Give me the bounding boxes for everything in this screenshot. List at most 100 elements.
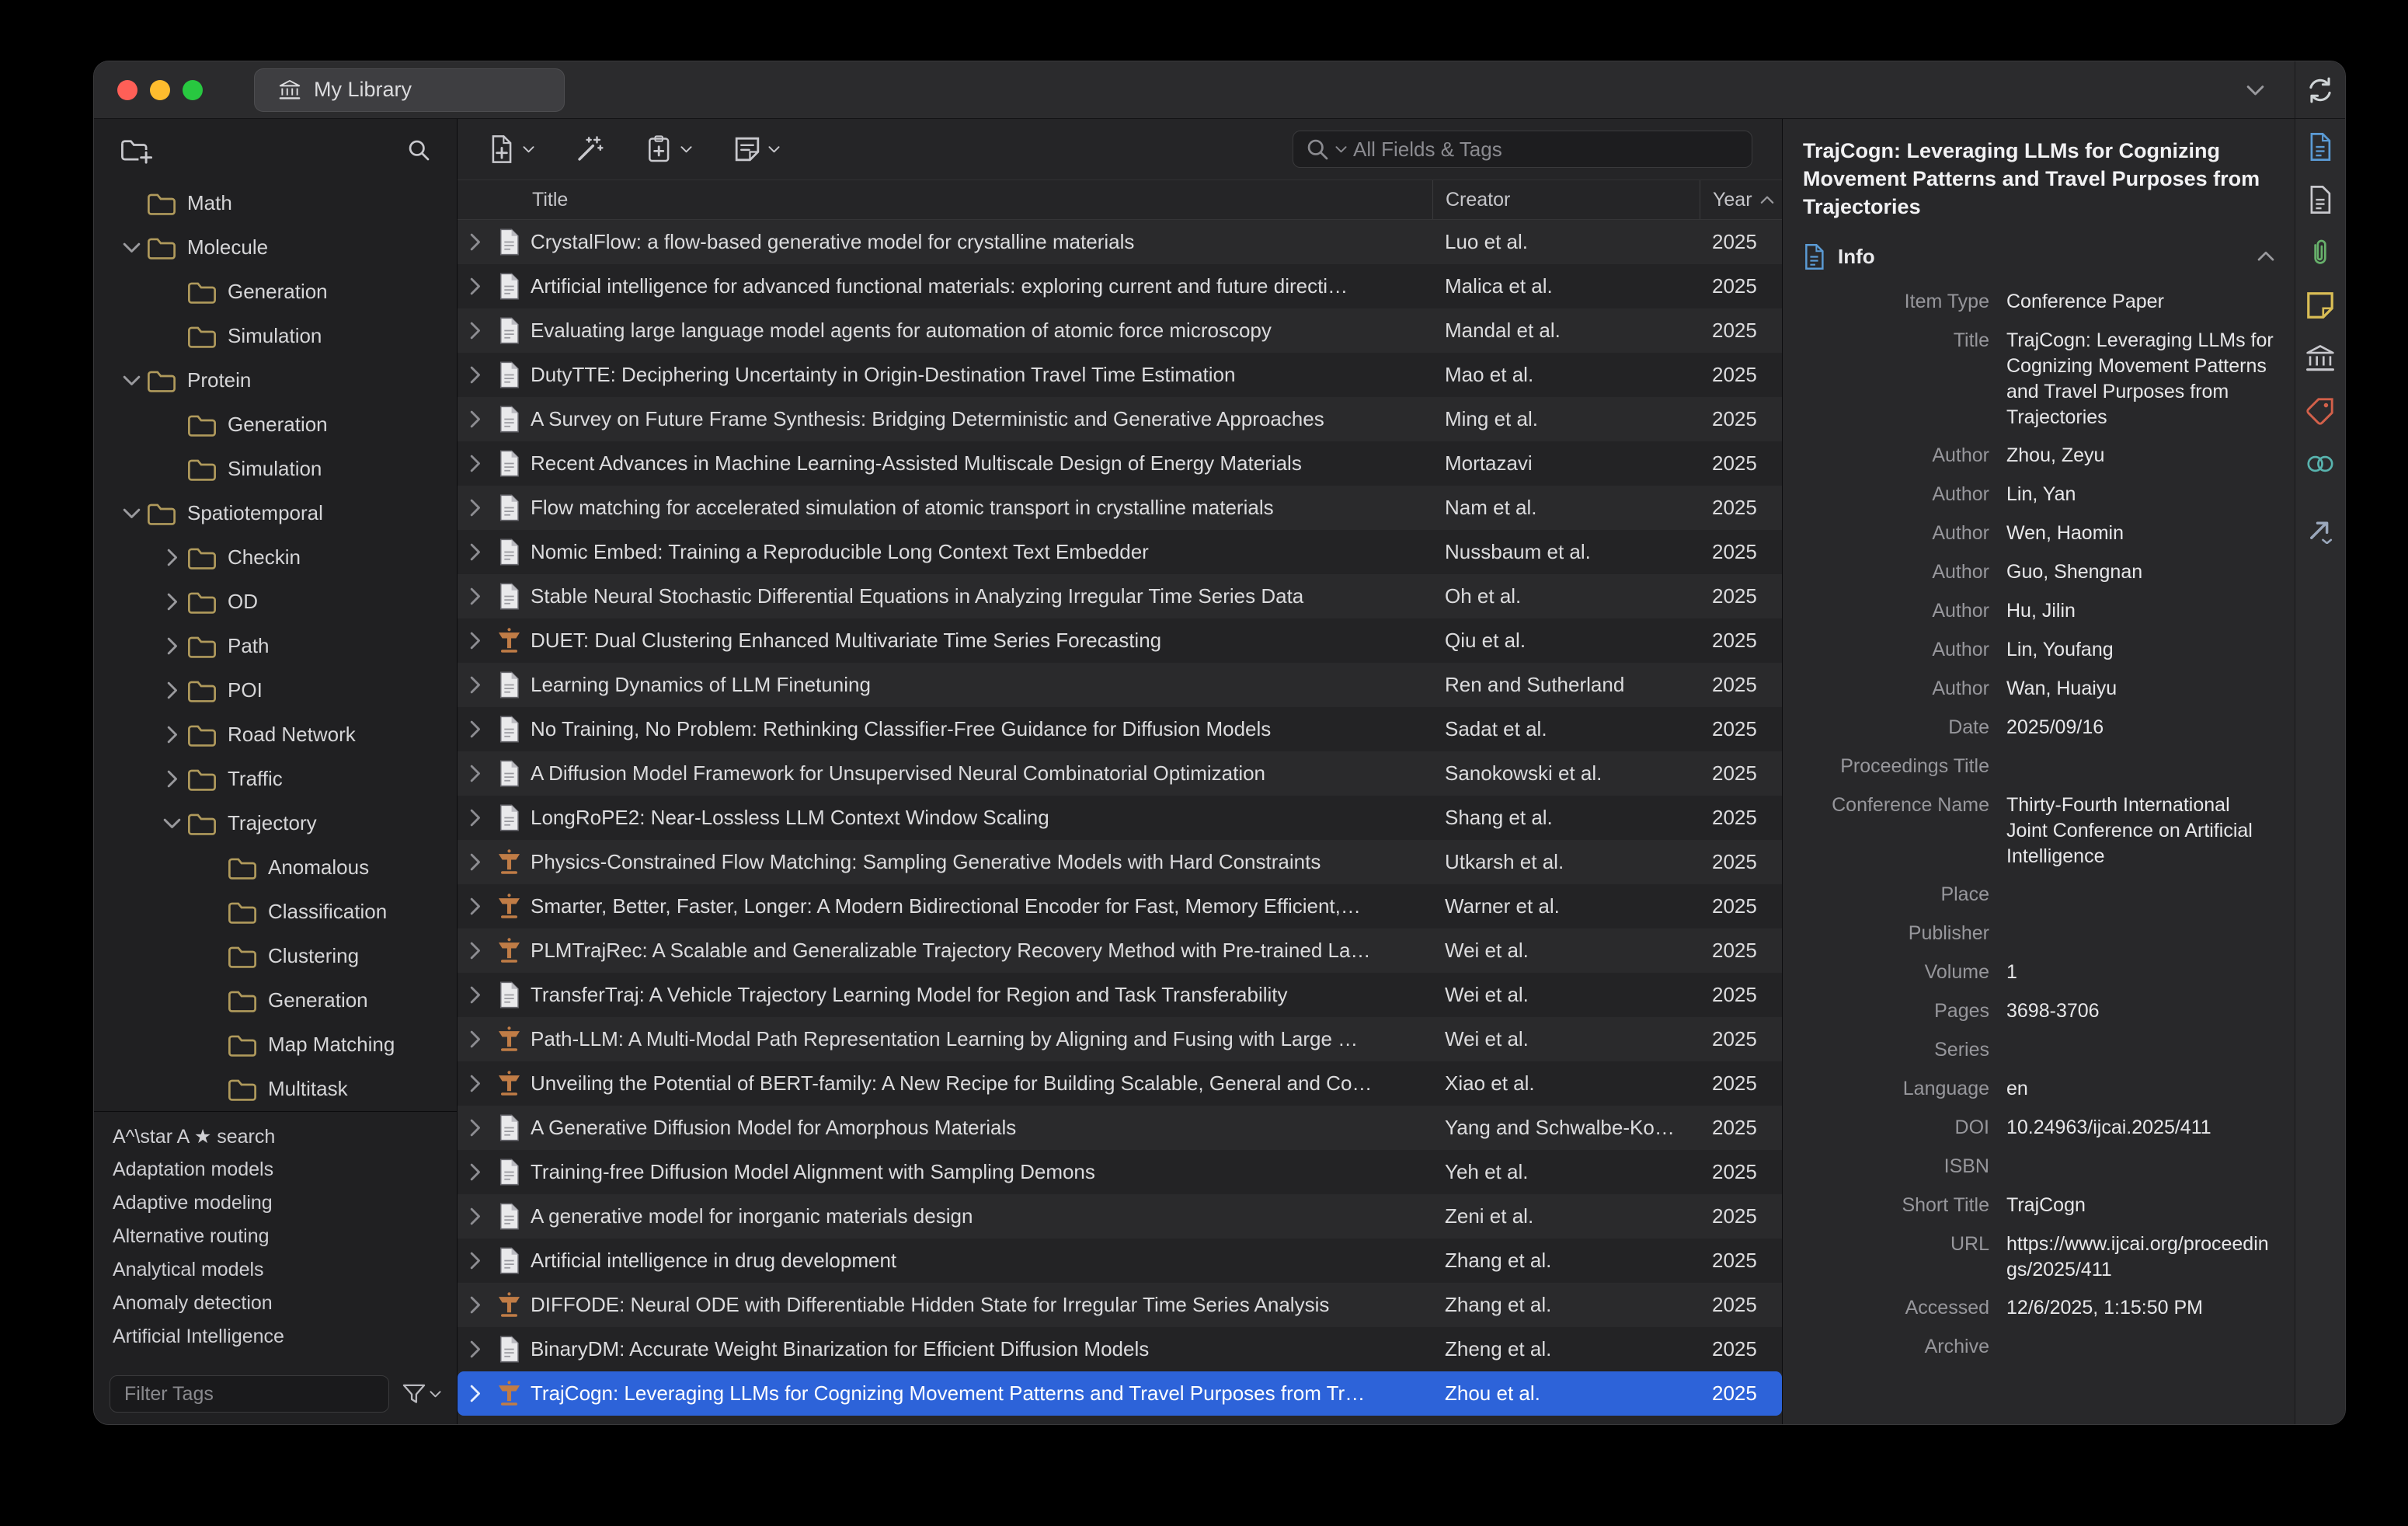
pane-locate-icon[interactable]: [2303, 514, 2337, 545]
search-scope-chevron-icon[interactable]: [1335, 145, 1347, 153]
sidebar-item-anomalous[interactable]: Anomalous: [94, 845, 457, 890]
sidebar-item-generation[interactable]: Generation: [94, 402, 457, 447]
table-row[interactable]: A generative model for inorganic materia…: [458, 1194, 1782, 1239]
sidebar-item-math[interactable]: Math: [94, 181, 457, 225]
pane-abstract-icon[interactable]: [2303, 184, 2337, 215]
field-value[interactable]: 10.24963/ijcai.2025/411: [2006, 1115, 2274, 1141]
table-row[interactable]: Unveiling the Potential of BERT-family: …: [458, 1061, 1782, 1106]
table-row[interactable]: PLMTrajRec: A Scalable and Generalizable…: [458, 928, 1782, 973]
row-expand-chevron-icon[interactable]: [458, 1163, 492, 1181]
chevron-down-icon[interactable]: [156, 817, 187, 829]
row-expand-chevron-icon[interactable]: [458, 322, 492, 340]
close-window-button[interactable]: [117, 80, 137, 100]
row-expand-chevron-icon[interactable]: [458, 1296, 492, 1314]
chevron-right-icon[interactable]: [156, 770, 187, 788]
table-row[interactable]: A Diffusion Model Framework for Unsuperv…: [458, 751, 1782, 796]
row-expand-chevron-icon[interactable]: [458, 942, 492, 960]
sidebar-item-od[interactable]: OD: [94, 580, 457, 624]
sidebar-item-protein[interactable]: Protein: [94, 358, 457, 402]
add-by-identifier-button[interactable]: [575, 134, 604, 164]
row-expand-chevron-icon[interactable]: [458, 499, 492, 517]
row-expand-chevron-icon[interactable]: [458, 809, 492, 827]
chevron-down-icon[interactable]: [116, 242, 147, 253]
sidebar-item-traffic[interactable]: Traffic: [94, 757, 457, 801]
row-expand-chevron-icon[interactable]: [458, 853, 492, 871]
sidebar-item-molecule[interactable]: Molecule: [94, 225, 457, 270]
sidebar-item-classification[interactable]: Classification: [94, 890, 457, 934]
chevron-right-icon[interactable]: [156, 549, 187, 566]
field-value[interactable]: 12/6/2025, 1:15:50 PM: [2006, 1295, 2274, 1321]
row-expand-chevron-icon[interactable]: [458, 986, 492, 1004]
filter-tags-input[interactable]: [110, 1375, 389, 1413]
new-note-button[interactable]: [732, 134, 780, 164]
table-row[interactable]: Training-free Diffusion Model Alignment …: [458, 1150, 1782, 1194]
chevron-right-icon[interactable]: [156, 681, 187, 699]
new-item-button[interactable]: [487, 134, 534, 164]
row-expand-chevron-icon[interactable]: [458, 587, 492, 605]
row-expand-chevron-icon[interactable]: [458, 720, 492, 738]
sidebar-item-generation[interactable]: Generation: [94, 270, 457, 314]
field-value[interactable]: 3698-3706: [2006, 998, 2274, 1024]
sidebar-item-multitask[interactable]: Multitask: [94, 1067, 457, 1111]
minimize-window-button[interactable]: [150, 80, 170, 100]
field-value[interactable]: Hu, Jilin: [2006, 598, 2274, 624]
sidebar-item-clustering[interactable]: Clustering: [94, 934, 457, 978]
field-value[interactable]: Lin, Yan: [2006, 482, 2274, 507]
tag-item[interactable]: Alternative routing: [94, 1220, 457, 1253]
tag-filter-options-button[interactable]: [402, 1383, 441, 1406]
field-value[interactable]: Zhou, Zeyu: [2006, 443, 2274, 469]
field-value[interactable]: en: [2006, 1076, 2274, 1102]
tag-item[interactable]: Adaptation models: [94, 1153, 457, 1186]
table-row[interactable]: DUET: Dual Clustering Enhanced Multivari…: [458, 618, 1782, 663]
sidebar-item-checkin[interactable]: Checkin: [94, 535, 457, 580]
pane-attachments-icon[interactable]: [2303, 237, 2337, 268]
column-header-title[interactable]: Title: [526, 180, 1432, 219]
row-expand-chevron-icon[interactable]: [458, 1030, 492, 1048]
table-row[interactable]: A Generative Diffusion Model for Amorpho…: [458, 1106, 1782, 1150]
table-row[interactable]: BinaryDM: Accurate Weight Binarization f…: [458, 1327, 1782, 1371]
table-row[interactable]: CrystalFlow: a flow-based generative mod…: [458, 220, 1782, 264]
info-section-header[interactable]: Info: [1803, 243, 2274, 270]
new-collection-button[interactable]: [120, 136, 153, 164]
chevron-down-icon[interactable]: [116, 375, 147, 386]
tag-item[interactable]: Artificial Intelligence: [94, 1320, 457, 1354]
table-row[interactable]: Physics-Constrained Flow Matching: Sampl…: [458, 840, 1782, 884]
table-row[interactable]: Smarter, Better, Faster, Longer: A Moder…: [458, 884, 1782, 928]
row-expand-chevron-icon[interactable]: [458, 1207, 492, 1225]
tag-item[interactable]: Analytical models: [94, 1253, 457, 1287]
row-expand-chevron-icon[interactable]: [458, 233, 492, 251]
pane-related-icon[interactable]: [2303, 448, 2337, 479]
field-value[interactable]: Wan, Huaiyu: [2006, 676, 2274, 702]
row-expand-chevron-icon[interactable]: [458, 455, 492, 472]
tag-item[interactable]: A^\star A ★ search: [94, 1120, 457, 1153]
row-expand-chevron-icon[interactable]: [458, 366, 492, 384]
table-row[interactable]: Flow matching for accelerated simulation…: [458, 486, 1782, 530]
search-box[interactable]: [1293, 131, 1752, 168]
field-value[interactable]: https://www.ijcai.org/proceedings/2025/4…: [2006, 1232, 2274, 1283]
new-attachment-button[interactable]: [645, 134, 692, 164]
tag-item[interactable]: Anomaly detection: [94, 1287, 457, 1320]
sidebar-item-simulation[interactable]: Simulation: [94, 447, 457, 491]
tag-item[interactable]: Adaptive modeling: [94, 1186, 457, 1220]
table-row[interactable]: Artificial intelligence in drug developm…: [458, 1239, 1782, 1283]
field-value[interactable]: Thirty-Fourth International Joint Confer…: [2006, 793, 2274, 869]
field-value[interactable]: Guo, Shengnan: [2006, 559, 2274, 585]
table-row[interactable]: DIFFODE: Neural ODE with Differentiable …: [458, 1283, 1782, 1327]
collapse-section-chevron-up-icon[interactable]: [2257, 251, 2274, 262]
field-value[interactable]: TrajCogn: [2006, 1193, 2274, 1218]
table-row[interactable]: TrajCogn: Leveraging LLMs for Cognizing …: [458, 1371, 1782, 1416]
sidebar-item-road-network[interactable]: Road Network: [94, 712, 457, 757]
zoom-window-button[interactable]: [183, 80, 203, 100]
field-value[interactable]: Conference Paper: [2006, 289, 2274, 315]
table-row[interactable]: LongRoPE2: Near-Lossless LLM Context Win…: [458, 796, 1782, 840]
field-value[interactable]: 2025/09/16: [2006, 715, 2274, 740]
field-value[interactable]: 1: [2006, 960, 2274, 985]
column-header-year[interactable]: Year: [1700, 180, 1788, 219]
chevron-right-icon[interactable]: [156, 637, 187, 655]
row-expand-chevron-icon[interactable]: [458, 410, 492, 428]
row-expand-chevron-icon[interactable]: [458, 1075, 492, 1092]
field-value[interactable]: TrajCogn: Leveraging LLMs for Cognizing …: [2006, 328, 2274, 430]
library-tab[interactable]: My Library: [254, 68, 565, 112]
chevron-right-icon[interactable]: [156, 726, 187, 744]
row-expand-chevron-icon[interactable]: [458, 1252, 492, 1270]
